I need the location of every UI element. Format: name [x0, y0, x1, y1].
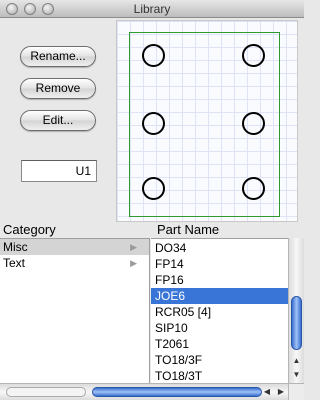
- scroll-down-arrow-icon[interactable]: ▼: [289, 368, 304, 382]
- title-bar[interactable]: Library: [0, 0, 304, 18]
- reference-designator-field[interactable]: U1: [21, 160, 97, 182]
- pad-3: [142, 177, 165, 200]
- list-item[interactable]: TO18/3F: [151, 352, 304, 368]
- scroll-right-arrow-icon[interactable]: ▶: [274, 384, 288, 400]
- pad-1: [142, 44, 165, 67]
- pad-6: [242, 44, 265, 67]
- pad-4: [242, 177, 265, 200]
- category-column-header[interactable]: Category: [3, 222, 56, 237]
- vertical-scroll-thumb[interactable]: [291, 296, 302, 350]
- horizontal-scroll-thumb[interactable]: [92, 387, 262, 397]
- pad-5: [242, 112, 265, 135]
- list-item[interactable]: DO34: [151, 240, 304, 256]
- remove-button[interactable]: Remove: [20, 78, 96, 99]
- scroll-left-arrow-icon[interactable]: ◀: [260, 384, 274, 400]
- horizontal-scrollbar[interactable]: ◀ ▶: [0, 383, 288, 400]
- list-item[interactable]: RCR05 [4]: [151, 304, 304, 320]
- disclosure-arrow-icon: ▶: [130, 242, 137, 252]
- edit-button[interactable]: Edit...: [20, 110, 96, 131]
- rename-button[interactable]: Rename...: [20, 46, 96, 67]
- footprint-preview: [116, 20, 298, 222]
- part-name-column-header[interactable]: Part Name: [157, 222, 219, 237]
- category-item-text[interactable]: Text ▶: [0, 255, 149, 271]
- category-list: Misc ▶ Text ▶: [0, 238, 150, 383]
- list-item[interactable]: FP14: [151, 256, 304, 272]
- scroll-up-arrow-icon[interactable]: ▲: [289, 354, 304, 368]
- list-item[interactable]: T2061: [151, 336, 304, 352]
- list-item[interactable]: TO18/3T: [151, 368, 304, 383]
- pad-2: [142, 112, 165, 135]
- part-name-list: DO34 FP14 FP16 JOE6 RCR05 [4] SIP10 T206…: [151, 238, 304, 383]
- list-item-selected[interactable]: JOE6: [151, 288, 304, 304]
- category-label: Misc: [3, 240, 28, 254]
- scroll-track: [6, 387, 86, 397]
- list-item[interactable]: FP16: [151, 272, 304, 288]
- resize-grip-icon[interactable]: [288, 383, 304, 400]
- list-item[interactable]: SIP10: [151, 320, 304, 336]
- category-item-misc[interactable]: Misc ▶: [0, 239, 149, 255]
- part-list-vertical-scrollbar[interactable]: ▲ ▼: [288, 238, 304, 383]
- disclosure-arrow-icon: ▶: [130, 258, 137, 268]
- category-label: Text: [3, 256, 26, 270]
- window-title: Library: [133, 2, 171, 16]
